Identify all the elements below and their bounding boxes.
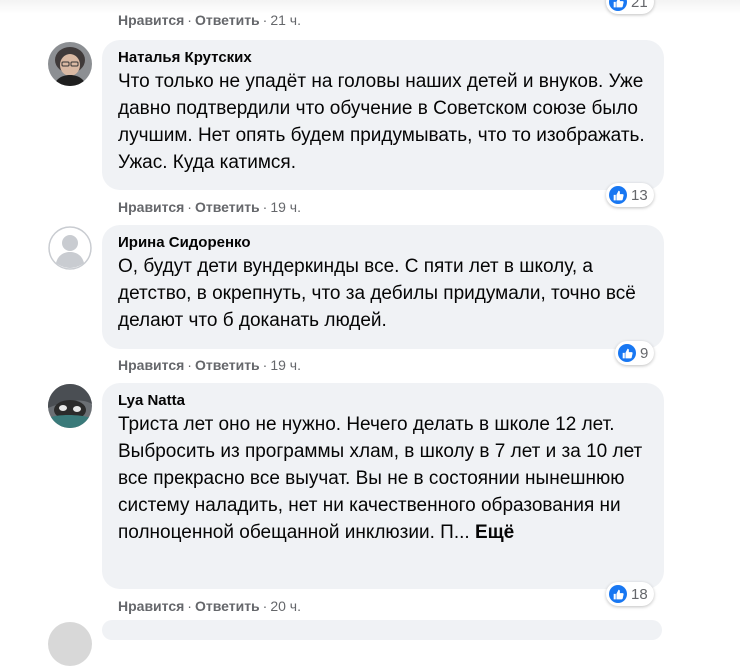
like-icon (609, 0, 627, 11)
reaction-count: 21 (631, 0, 648, 11)
like-link[interactable]: Нравится (118, 12, 184, 28)
comment-actions-previous: Нравится · Ответить · 21 ч. (118, 12, 301, 28)
reply-link[interactable]: Ответить (195, 12, 260, 28)
comment-text: Триста лет оно не нужно. Нечего делать в… (118, 411, 648, 546)
comment-time[interactable]: 19 ч. (270, 199, 301, 215)
comment-text: Что только не упадёт на головы наших дет… (118, 71, 645, 173)
avatar[interactable] (48, 42, 92, 86)
avatar[interactable] (48, 384, 92, 428)
like-icon (609, 585, 627, 603)
comment-bubble: Lya Natta Триста лет оно не нужно. Нечег… (102, 383, 664, 589)
comment-time[interactable]: 20 ч. (270, 598, 301, 614)
reaction-count-badge[interactable]: 13 (606, 183, 654, 207)
comment-time[interactable]: 19 ч. (270, 357, 301, 373)
comment-bubble (102, 620, 662, 640)
reaction-count: 9 (640, 344, 649, 362)
comment-author[interactable]: Lya Natta (118, 392, 648, 409)
comment-bubble: Ирина Сидоренко О, будут дети вундеркинд… (102, 225, 664, 349)
reaction-count: 13 (631, 186, 648, 204)
reply-link[interactable]: Ответить (195, 199, 260, 215)
see-more-link[interactable]: Ещё (475, 522, 514, 543)
reaction-count-badge[interactable]: 18 (606, 582, 654, 606)
reply-link[interactable]: Ответить (195, 598, 260, 614)
like-icon (609, 186, 627, 204)
like-link[interactable]: Нравится (118, 199, 184, 215)
comment-time[interactable]: 21 ч. (270, 12, 301, 28)
reaction-count: 18 (631, 585, 648, 603)
like-icon (618, 344, 636, 362)
comment-actions: Нравится · Ответить · 20 ч. (118, 598, 301, 614)
comment-text: О, будут дети вундеркинды все. С пяти ле… (118, 256, 636, 331)
like-link[interactable]: Нравится (118, 357, 184, 373)
reply-link[interactable]: Ответить (195, 357, 260, 373)
comment-author[interactable]: Ирина Сидоренко (118, 234, 648, 251)
comment-text-body: Триста лет оно не нужно. Нечего делать в… (118, 414, 643, 543)
comment-bubble: Наталья Крутских Что только не упадёт на… (102, 40, 664, 190)
comment-actions: Нравится · Ответить · 19 ч. (118, 199, 301, 215)
reaction-count-badge[interactable]: 21 (606, 0, 654, 14)
reaction-count-badge[interactable]: 9 (615, 341, 655, 365)
comment-actions: Нравится · Ответить · 19 ч. (118, 357, 301, 373)
comment-author[interactable]: Наталья Крутских (118, 49, 648, 66)
default-avatar-icon[interactable] (48, 226, 92, 270)
like-link[interactable]: Нравится (118, 598, 184, 614)
